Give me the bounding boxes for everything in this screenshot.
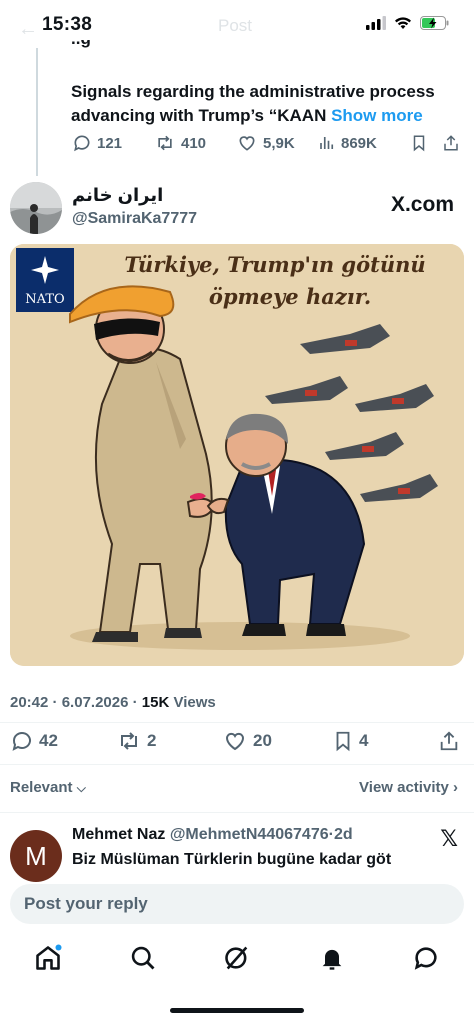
post-image[interactable]: NATO Türkiye, Trump'ın götünü öpmeye haz…	[10, 244, 464, 666]
heart-icon	[239, 136, 255, 151]
tab-home[interactable]	[34, 944, 62, 977]
thread-connector-line	[36, 48, 38, 176]
like-button[interactable]: 5,9K	[236, 133, 318, 153]
views-button[interactable]: 869K	[318, 134, 410, 152]
bell-icon	[322, 949, 342, 970]
wifi-icon	[395, 17, 411, 29]
reply-author-name[interactable]: Mehmet Naz	[72, 826, 165, 843]
post-time: 20:42	[10, 694, 49, 711]
post-like-count: 20	[253, 731, 272, 750]
reply-button[interactable]: 121	[72, 133, 154, 153]
post-repost-count: 2	[147, 731, 157, 750]
post-like-button[interactable]: 20	[222, 729, 332, 753]
reply-input-placeholder: Post your reply	[24, 894, 148, 913]
reply-icon	[12, 732, 31, 751]
sort-label: Relevant	[10, 779, 73, 796]
divider	[0, 764, 474, 765]
sort-dropdown[interactable]: Relevant ⌵	[10, 779, 86, 796]
show-more-link[interactable]: Show more	[331, 106, 423, 125]
parent-post-text: Signals regarding the administrative pro…	[71, 80, 466, 128]
cut-off-text: ..g	[71, 40, 131, 48]
grok-icon	[225, 946, 248, 970]
post-date: 6.07.2026	[61, 694, 129, 711]
reply-input[interactable]: Post your reply	[10, 884, 464, 924]
reply-avatar[interactable]: M	[10, 830, 62, 882]
repost-count: 410	[181, 134, 207, 152]
post-reply-button[interactable]: 42	[10, 729, 116, 753]
status-icons	[366, 16, 450, 30]
reply-icon	[74, 135, 90, 152]
author-avatar-image	[10, 182, 62, 234]
bookmark-icon	[413, 135, 425, 152]
home-indicator	[170, 1008, 304, 1013]
reply-age: 2d	[333, 826, 353, 843]
view-activity-link[interactable]: View activity ›	[359, 779, 458, 796]
chevron-down-icon: ⌵	[76, 781, 86, 795]
post-reply-count: 42	[39, 731, 58, 750]
status-time: 15:38	[42, 14, 93, 35]
back-arrow-icon[interactable]: ←	[18, 18, 38, 41]
battery-charging-icon	[420, 16, 449, 30]
faded-header-title: Post	[218, 16, 253, 35]
repost-icon	[121, 732, 137, 750]
post-actions: 42 2 20 4	[10, 729, 464, 753]
post-meta: 20:42 · 6.07.2026 · 15K Views	[10, 694, 216, 711]
chat-bubble-icon	[414, 947, 437, 970]
author-display-name[interactable]: ایران خانم	[72, 185, 163, 206]
views-bar-chart-icon	[320, 137, 334, 149]
search-icon	[131, 946, 155, 970]
view-activity-label: View activity	[359, 779, 449, 796]
post-views-count: 15K	[141, 694, 170, 711]
repost-icon	[158, 135, 172, 151]
views-count: 869K	[341, 134, 377, 152]
post-bookmark-button[interactable]: 4	[332, 729, 438, 753]
signal-icon	[366, 16, 386, 30]
nato-label: NATO	[25, 292, 65, 307]
bookmark-button[interactable]	[410, 133, 442, 153]
reply-author-handle[interactable]: @MehmetN44067476	[170, 826, 329, 843]
reply-count: 121	[97, 134, 123, 152]
source-logo: X.com	[390, 193, 454, 216]
share-icon	[444, 135, 458, 151]
grok-icon[interactable]: 𝕏	[440, 826, 458, 852]
image-caption-line2: öpmeye hazır.	[208, 284, 372, 309]
tab-notifications[interactable]	[318, 944, 346, 977]
post-repost-button[interactable]: 2	[116, 729, 222, 753]
tab-messages[interactable]	[412, 944, 440, 977]
repost-button[interactable]: 410	[154, 133, 236, 153]
post-views-label: Views	[173, 694, 216, 711]
like-count: 5,9K	[263, 134, 295, 152]
share-icon	[440, 731, 458, 751]
divider	[0, 812, 474, 813]
divider	[0, 722, 474, 723]
share-button[interactable]	[442, 133, 460, 153]
author-handle[interactable]: @SamiraKa7777	[72, 210, 197, 228]
author-avatar[interactable]	[10, 182, 62, 234]
post-bookmark-count: 4	[359, 731, 369, 750]
post-share-button[interactable]	[438, 729, 460, 753]
home-icon	[36, 944, 62, 970]
tab-search[interactable]	[129, 944, 157, 977]
tab-grok[interactable]	[223, 944, 251, 977]
bookmark-icon	[336, 731, 350, 752]
heart-icon	[225, 732, 245, 751]
reply-header: Mehmet Naz @MehmetN44067476·2d	[72, 826, 353, 844]
reply-text: Biz Müslüman Türklerin bugüne kadar göt	[72, 851, 392, 868]
chevron-right-icon: ›	[453, 779, 458, 796]
parent-post-actions: 121 410 5,9K 869K	[72, 133, 464, 153]
image-caption-line1: Türkiye, Trump'ın götünü	[124, 252, 426, 277]
